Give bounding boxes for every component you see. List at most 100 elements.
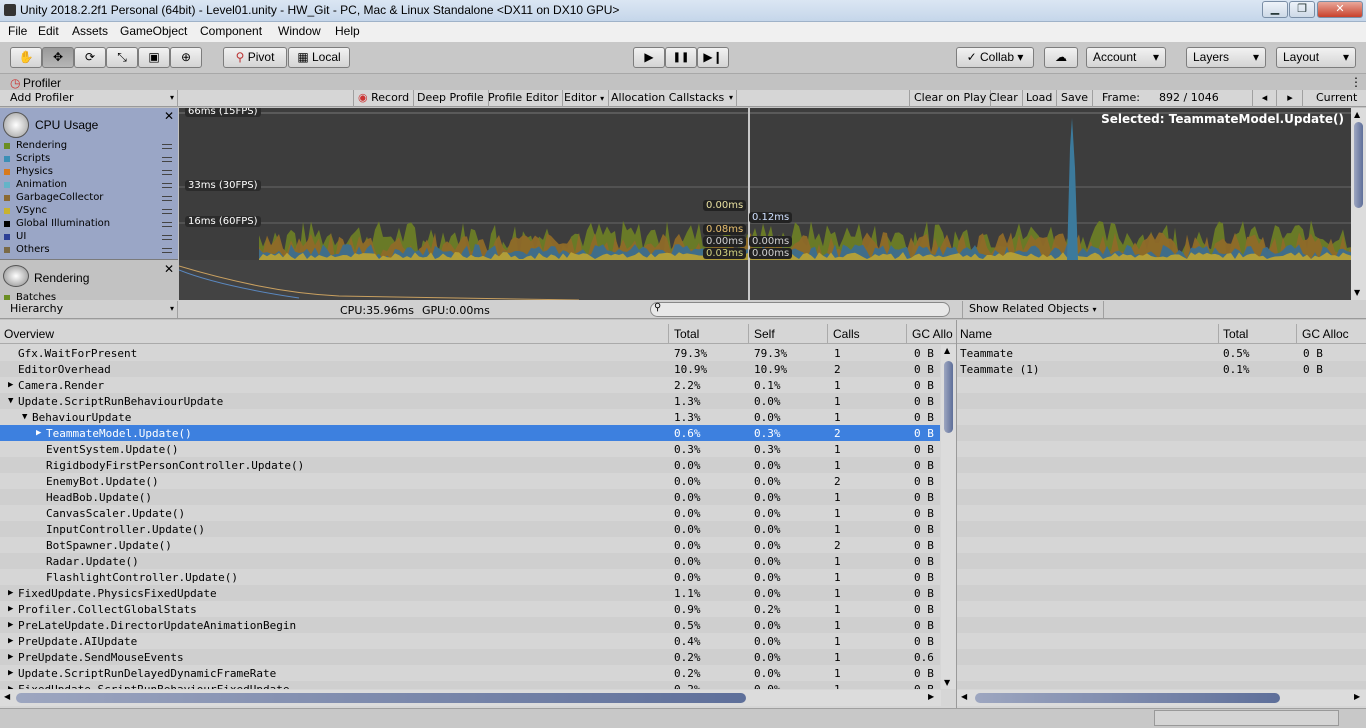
col-gc-alloc[interactable]: GC Alloc bbox=[1302, 327, 1349, 341]
table-row[interactable]: InputController.Update() 0.0% 0.0% 1 0 B bbox=[0, 521, 940, 537]
table-row[interactable]: ▶ Update.ScriptRunDelayedDynamicFrameRate… bbox=[0, 665, 940, 681]
step-button[interactable]: ▶❙ bbox=[697, 47, 729, 68]
move-tool-button[interactable]: ✥ bbox=[42, 47, 74, 68]
related-hscrollbar[interactable]: ◀ ▶ bbox=[957, 690, 1366, 706]
rotate-tool-button[interactable]: ⟳ bbox=[74, 47, 106, 68]
expand-toggle-icon[interactable]: ▼ bbox=[8, 396, 13, 406]
legend-item[interactable]: Rendering bbox=[4, 140, 176, 153]
minimize-button[interactable]: ▁ bbox=[1262, 1, 1288, 18]
col-name[interactable]: Name bbox=[960, 327, 992, 341]
table-row[interactable]: EnemyBot.Update() 0.0% 0.0% 2 0 B bbox=[0, 473, 940, 489]
menu-help[interactable]: Help bbox=[335, 24, 360, 38]
profile-editor-toggle[interactable]: Profile Editor bbox=[484, 90, 564, 107]
chart-scrollbar-thumb[interactable] bbox=[1354, 122, 1363, 208]
col-self[interactable]: Self bbox=[754, 327, 775, 341]
col-divider[interactable] bbox=[906, 324, 907, 344]
expand-toggle-icon[interactable]: ▶ bbox=[8, 380, 13, 390]
expand-toggle-icon[interactable]: ▶ bbox=[8, 620, 13, 630]
transform-tool-button[interactable]: ⊕ bbox=[170, 47, 202, 68]
legend-item[interactable]: Global Illumination bbox=[4, 218, 176, 231]
table-row[interactable]: BotSpawner.Update() 0.0% 0.0% 2 0 B bbox=[0, 537, 940, 553]
drag-handle-icon[interactable] bbox=[162, 248, 172, 253]
table-row[interactable]: Teammate 0.5% 0 B bbox=[957, 345, 1366, 361]
expand-toggle-icon[interactable]: ▶ bbox=[8, 668, 13, 678]
collab-dropdown[interactable]: ✓ Collab ▾ bbox=[956, 47, 1034, 68]
table-row[interactable]: ▶ PreUpdate.SendMouseEvents 0.2% 0.0% 1 0.6 K bbox=[0, 649, 940, 665]
table-row[interactable]: RigidbodyFirstPersonController.Update() 0… bbox=[0, 457, 940, 473]
profiler-tab[interactable]: ◷ Profiler ⋮ bbox=[0, 75, 1366, 91]
allocation-callstacks-dropdown[interactable]: Allocation Callstacks ▾ bbox=[607, 90, 737, 107]
legend-item[interactable]: UI bbox=[4, 231, 176, 244]
table-vscroll-thumb[interactable] bbox=[944, 361, 953, 433]
drag-handle-icon[interactable] bbox=[162, 235, 172, 240]
rendering-module[interactable]: Rendering ✕ Batches bbox=[0, 261, 178, 300]
legend-item[interactable]: Physics bbox=[4, 166, 176, 179]
view-mode-dropdown[interactable]: Hierarchy ▾ bbox=[0, 301, 178, 318]
table-row[interactable]: Radar.Update() 0.0% 0.0% 1 0 B bbox=[0, 553, 940, 569]
scroll-down-icon[interactable]: ▼ bbox=[944, 678, 950, 687]
legend-item[interactable]: Animation bbox=[4, 179, 176, 192]
account-dropdown[interactable]: Account ▾ bbox=[1086, 47, 1166, 68]
table-row[interactable]: ▶ Camera.Render 2.2% 0.1% 1 0 B bbox=[0, 377, 940, 393]
drag-handle-icon[interactable] bbox=[162, 196, 172, 201]
clear-button[interactable]: Clear bbox=[985, 90, 1023, 107]
table-hscroll-thumb[interactable] bbox=[16, 693, 746, 703]
load-button[interactable]: Load bbox=[1022, 90, 1058, 107]
expand-toggle-icon[interactable]: ▶ bbox=[8, 636, 13, 646]
col-calls[interactable]: Calls bbox=[833, 327, 860, 341]
clear-on-play-toggle[interactable]: Clear on Play bbox=[909, 90, 992, 107]
table-row[interactable]: ▼ Update.ScriptRunBehaviourUpdate 1.3% 0.0%… bbox=[0, 393, 940, 409]
expand-toggle-icon[interactable]: ▶ bbox=[8, 652, 13, 662]
scroll-down-icon[interactable]: ▼ bbox=[1354, 288, 1360, 297]
table-row[interactable]: ▶ PreLateUpdate.DirectorUpdateAnimationBe… bbox=[0, 617, 940, 633]
scale-tool-button[interactable]: ⤡ bbox=[106, 47, 138, 68]
expand-toggle-icon[interactable]: ▶ bbox=[8, 588, 13, 598]
editor-dropdown[interactable]: Editor ▾ bbox=[560, 90, 610, 107]
table-row[interactable]: ▶ FixedUpdate.ScriptRunBehaviourFixedUpda… bbox=[0, 681, 940, 689]
col-overview[interactable]: Overview bbox=[4, 327, 54, 341]
scroll-up-icon[interactable]: ▲ bbox=[944, 346, 950, 355]
table-row[interactable]: HeadBob.Update() 0.0% 0.0% 1 0 B bbox=[0, 489, 940, 505]
drag-handle-icon[interactable] bbox=[162, 144, 172, 149]
table-row[interactable]: Teammate (1) 0.1% 0 B bbox=[957, 361, 1366, 377]
hand-tool-button[interactable]: ✋ bbox=[10, 47, 42, 68]
layers-dropdown[interactable]: Layers ▾ bbox=[1186, 47, 1266, 68]
scroll-left-icon[interactable]: ◀ bbox=[4, 692, 10, 701]
table-row[interactable]: FlashlightController.Update() 0.0% 0.0% 1 0 … bbox=[0, 569, 940, 585]
expand-toggle-icon[interactable]: ▶ bbox=[36, 428, 41, 438]
col-total[interactable]: Total bbox=[1223, 327, 1248, 341]
record-toggle[interactable]: ◉ Record bbox=[353, 90, 415, 107]
legend-item[interactable]: Scripts bbox=[4, 153, 176, 166]
table-row[interactable]: ▶ Profiler.CollectGlobalStats 0.9% 0.2% 1 0 B bbox=[0, 601, 940, 617]
scroll-right-icon[interactable]: ▶ bbox=[1354, 692, 1360, 701]
menu-edit[interactable]: Edit bbox=[38, 24, 59, 38]
drag-handle-icon[interactable] bbox=[162, 209, 172, 214]
menu-gameobject[interactable]: GameObject bbox=[120, 24, 187, 38]
chart-scrollbar[interactable]: ▲ ▼ bbox=[1351, 108, 1366, 300]
layout-dropdown[interactable]: Layout ▾ bbox=[1276, 47, 1356, 68]
table-row[interactable]: CanvasScaler.Update() 0.0% 0.0% 1 0 B bbox=[0, 505, 940, 521]
close-button[interactable]: ✕ bbox=[1317, 1, 1363, 18]
table-hscrollbar[interactable]: ◀ ▶ bbox=[0, 690, 941, 706]
col-divider[interactable] bbox=[1218, 324, 1219, 344]
play-button[interactable]: ▶ bbox=[633, 47, 665, 68]
maximize-button[interactable]: ❐ bbox=[1289, 1, 1315, 18]
cloud-button[interactable]: ☁ bbox=[1044, 47, 1078, 68]
table-row[interactable]: ▼ BehaviourUpdate 1.3% 0.0% 1 0 B bbox=[0, 409, 940, 425]
related-hscroll-thumb[interactable] bbox=[975, 693, 1280, 703]
show-related-objects-dropdown[interactable]: Show Related Objects ▾ bbox=[962, 301, 1104, 318]
scroll-right-icon[interactable]: ▶ bbox=[928, 692, 934, 701]
col-total[interactable]: Total bbox=[674, 327, 699, 341]
drag-handle-icon[interactable] bbox=[162, 157, 172, 162]
col-divider[interactable] bbox=[1296, 324, 1297, 344]
col-divider[interactable] bbox=[827, 324, 828, 344]
drag-handle-icon[interactable] bbox=[162, 183, 172, 188]
table-row[interactable]: Gfx.WaitForPresent 79.3% 79.3% 1 0 B bbox=[0, 345, 940, 361]
table-row[interactable]: EventSystem.Update() 0.3% 0.3% 1 0 B bbox=[0, 441, 940, 457]
close-icon[interactable]: ✕ bbox=[164, 262, 174, 276]
drag-handle-icon[interactable] bbox=[162, 170, 172, 175]
search-input[interactable]: ⚲ bbox=[650, 302, 950, 317]
menu-window[interactable]: Window bbox=[278, 24, 321, 38]
col-gc-alloc[interactable]: GC Allo bbox=[912, 327, 953, 341]
current-frame-button[interactable]: Current bbox=[1312, 90, 1361, 107]
